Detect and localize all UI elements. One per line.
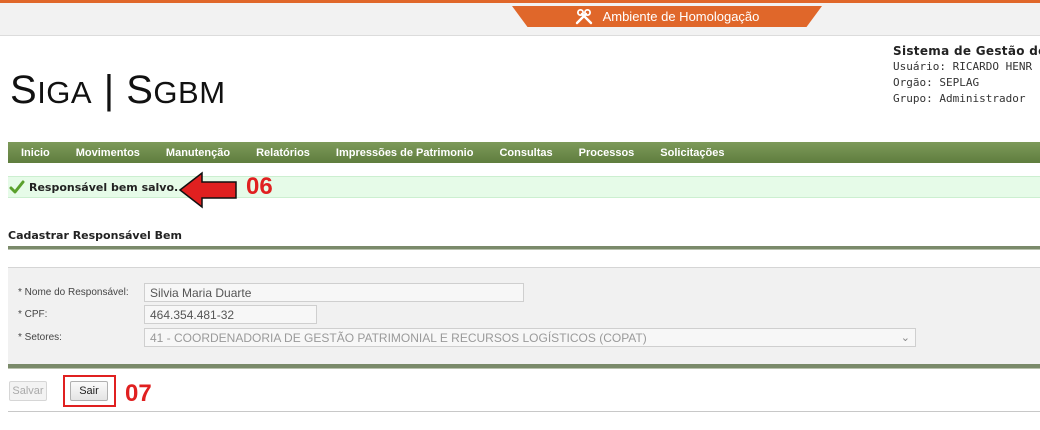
user-info: Usuário: RICARDO HENR [893, 60, 1033, 73]
main-menu: Inicio Movimentos Manutenção Relatórios … [8, 142, 1040, 163]
group-info: Grupo: Administrador [893, 92, 1026, 105]
sectors-selected-value: 41 - COORDENADORIA DE GESTÃO PATRIMONIAL… [150, 330, 647, 345]
section-divider [8, 246, 1040, 250]
menu-item-movimentos[interactable]: Movimentos [63, 147, 153, 159]
annotation-step-07: 07 [125, 380, 152, 407]
success-message: Responsável bem salvo. [29, 180, 179, 194]
menu-item-solicitacoes[interactable]: Solicitações [647, 147, 737, 159]
cpf-row: * CPF: 464.354.481-32 [18, 305, 317, 324]
menu-item-processos[interactable]: Processos [566, 147, 648, 159]
environment-label: Ambiente de Homologação [602, 9, 760, 24]
menu-item-relatorios[interactable]: Relatórios [243, 147, 323, 159]
cpf-label: * CPF: [18, 309, 48, 320]
menu-item-manutencao[interactable]: Manutenção [153, 147, 243, 159]
top-bar: Ambiente de Homologação [0, 0, 1040, 36]
name-label: * Nome do Responsável: [18, 287, 129, 298]
form-panel: * Nome do Responsável: Silvia Maria Duar… [8, 267, 1040, 364]
system-info: Sistema de Gestão de Usuário: RICARDO HE… [893, 43, 1040, 107]
name-field[interactable]: Silvia Maria Duarte [144, 283, 524, 302]
sectors-row: * Setores: 41 - COORDENADORIA DE GESTÃO … [18, 328, 916, 347]
cpf-field[interactable]: 464.354.481-32 [144, 305, 317, 324]
system-title: Sistema de Gestão de [893, 44, 1040, 58]
success-message-bar: Responsável bem salvo. [8, 176, 1040, 198]
menu-item-impressoes[interactable]: Impressões de Patrimonio [323, 147, 487, 159]
annotation-highlight-box [63, 375, 116, 407]
annotation-step-06: 06 [246, 173, 273, 200]
page-title: Cadastrar Responsável Bem [8, 229, 182, 242]
bottom-divider [8, 411, 1040, 412]
app-logo: SIGA | SGBM [10, 68, 226, 112]
check-icon [9, 180, 25, 194]
org-info: Orgão: SEPLAG [893, 76, 980, 89]
tools-icon [575, 8, 593, 25]
sectors-select[interactable]: 41 - COORDENADORIA DE GESTÃO PATRIMONIAL… [144, 328, 916, 347]
environment-banner: Ambiente de Homologação [512, 6, 822, 27]
save-button[interactable]: Salvar [9, 381, 47, 401]
name-row: * Nome do Responsável: Silvia Maria Duar… [18, 283, 524, 302]
annotation-arrow-icon [178, 171, 237, 209]
sectors-label: * Setores: [18, 332, 62, 343]
menu-item-inicio[interactable]: Inicio [8, 147, 63, 159]
form-divider [8, 364, 1040, 369]
menu-item-consultas[interactable]: Consultas [486, 147, 565, 159]
chevron-down-icon: ⌄ [900, 332, 910, 344]
